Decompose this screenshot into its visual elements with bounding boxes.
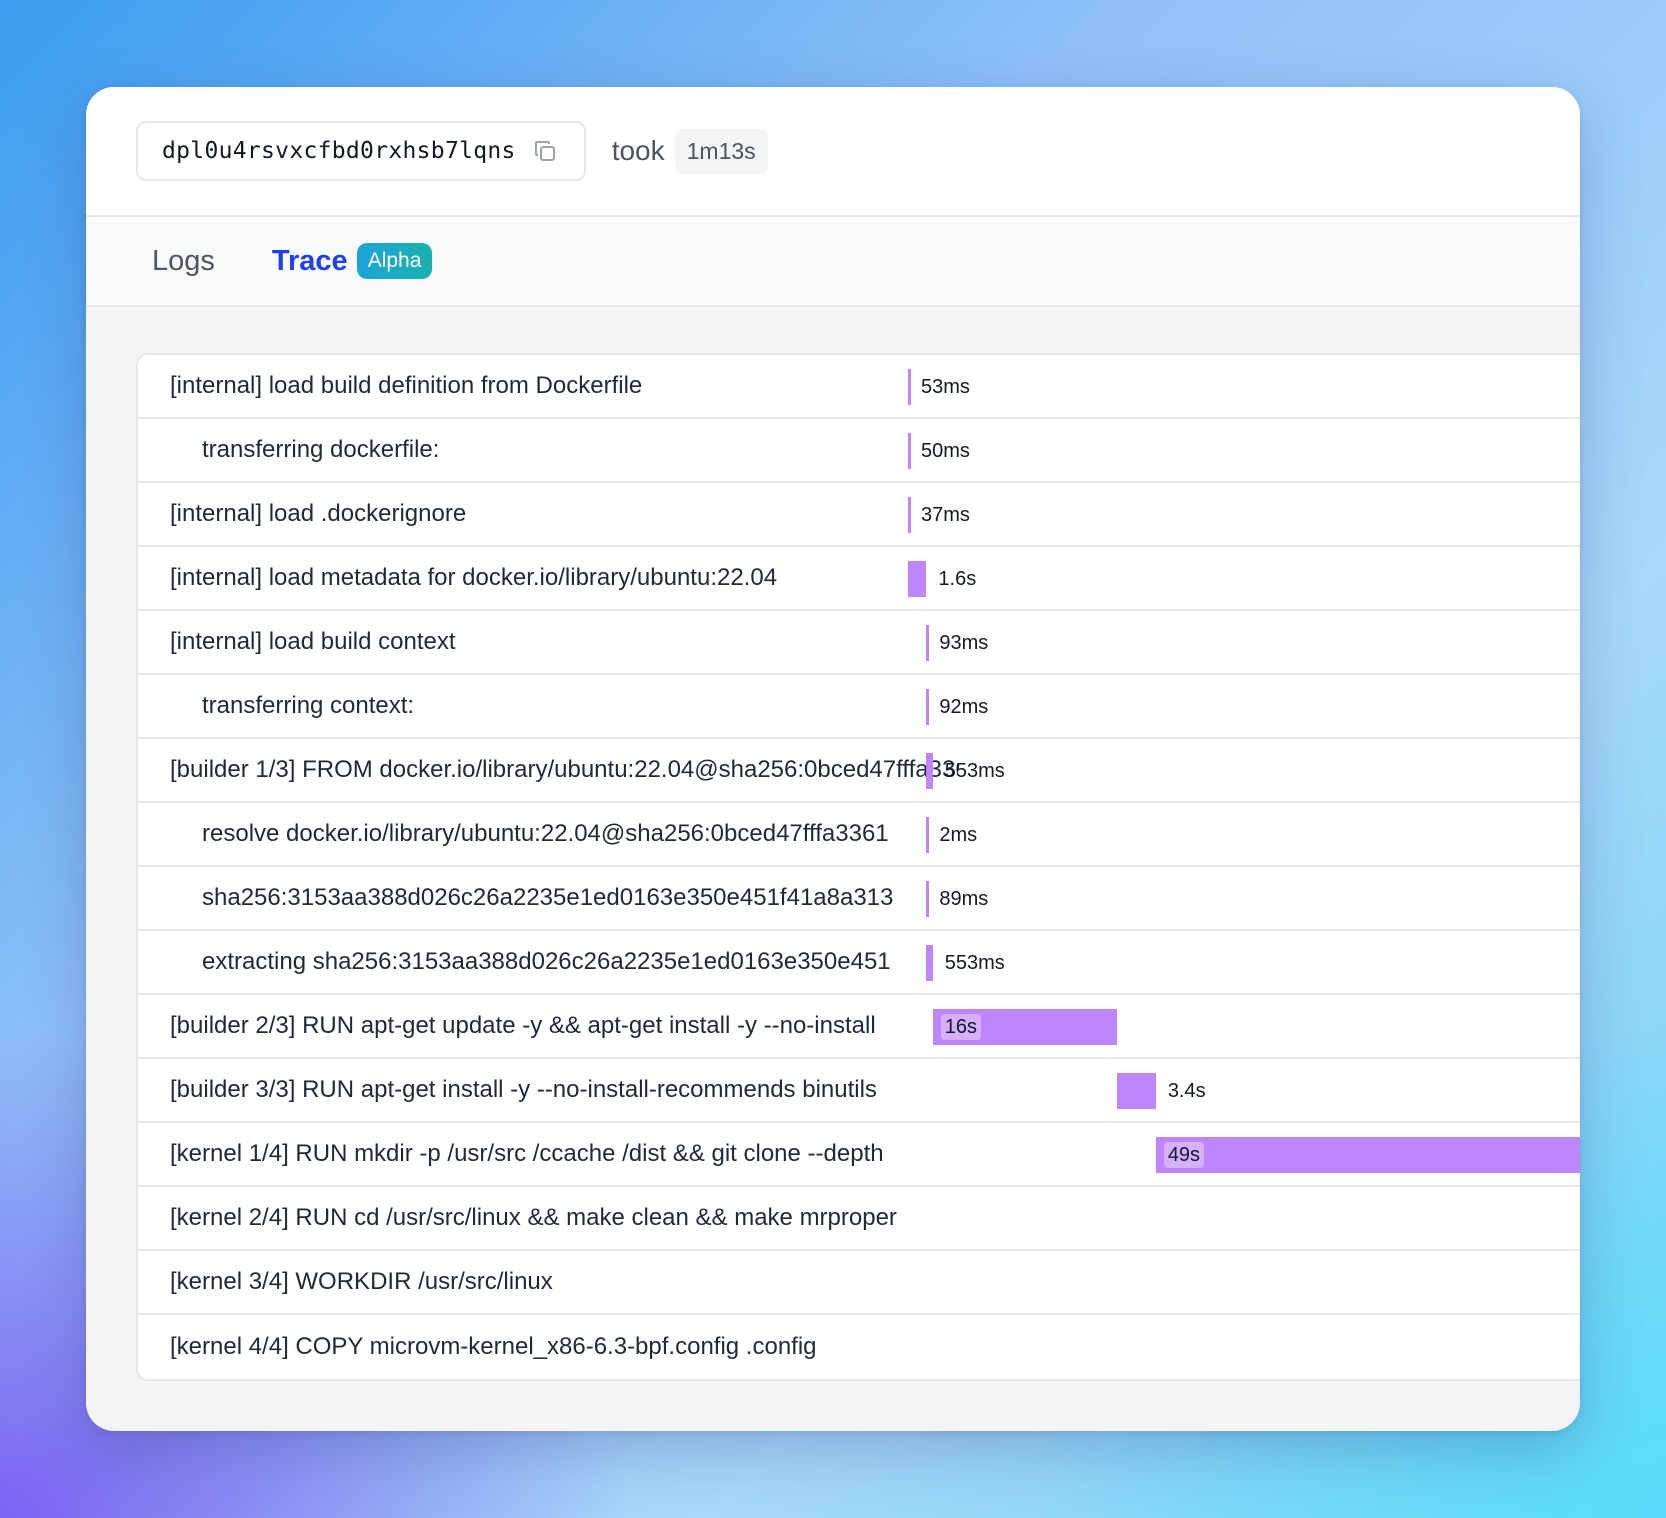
trace-row[interactable]: transferring dockerfile: 50ms <box>138 419 1580 483</box>
trace-duration-label: 3.4s <box>1167 1080 1206 1102</box>
trace-row-label: [internal] load build context <box>170 628 456 655</box>
trace-duration-bar[interactable] <box>926 689 930 725</box>
trace-duration-bar[interactable] <box>908 433 911 469</box>
trace-row-label: transferring dockerfile: <box>202 436 440 463</box>
trace-row[interactable]: [internal] load build definition from Do… <box>138 355 1580 419</box>
tab-trace-label: Trace <box>271 244 348 277</box>
trace-row-label: [kernel 4/4] COPY microvm-kernel_x86-6.3… <box>170 1333 817 1360</box>
trace-row-label: [internal] load build definition from Do… <box>170 372 643 399</box>
trace-row[interactable]: [internal] load build context 93ms <box>138 611 1580 675</box>
trace-row-label: [builder 3/3] RUN apt-get install -y --n… <box>170 1076 877 1103</box>
tab-bar: Logs Trace Alpha <box>86 217 1580 307</box>
trace-row[interactable]: [internal] load .dockerignore 37ms <box>138 483 1580 547</box>
tab-logs[interactable]: Logs <box>152 245 215 278</box>
alpha-badge: Alpha <box>356 243 433 279</box>
deployment-header: dpl0u4rsvxcfbd0rxhsb7lqns took 1m13s <box>86 87 1580 217</box>
trace-row-label: [kernel 2/4] RUN cd /usr/src/linux && ma… <box>170 1204 897 1231</box>
trace-row[interactable]: [kernel 2/4] RUN cd /usr/src/linux && ma… <box>138 1187 1580 1251</box>
trace-duration-bar[interactable] <box>1116 1073 1156 1109</box>
trace-row-label: [internal] load .dockerignore <box>170 500 467 527</box>
trace-duration-bar[interactable] <box>926 625 930 661</box>
tab-logs-label: Logs <box>152 244 215 277</box>
trace-row[interactable]: [kernel 4/4] COPY microvm-kernel_x86-6.3… <box>138 1315 1580 1379</box>
trace-row[interactable]: [internal] load metadata for docker.io/l… <box>138 547 1580 611</box>
trace-row-label: [kernel 3/4] WORKDIR /usr/src/linux <box>170 1268 553 1295</box>
trace-duration-bar[interactable] <box>926 945 933 981</box>
trace-duration-bar[interactable] <box>908 561 927 597</box>
trace-row[interactable]: [builder 1/3] FROM docker.io/library/ubu… <box>138 739 1580 803</box>
took-label: took <box>611 135 665 166</box>
trace-duration-bar[interactable] <box>932 1009 1117 1045</box>
trace-row-label: [builder 1/3] FROM docker.io/library/ubu… <box>170 756 958 783</box>
trace-row[interactable]: [builder 2/3] RUN apt-get update -y && a… <box>138 995 1580 1059</box>
trace-content: [internal] load build definition from Do… <box>86 307 1580 1381</box>
trace-row[interactable]: sha256:3153aa388d026c26a2235e1ed0163e350… <box>138 867 1580 931</box>
trace-row[interactable]: [builder 3/3] RUN apt-get install -y --n… <box>138 1059 1580 1123</box>
trace-row-label: [builder 2/3] RUN apt-get update -y && a… <box>170 1012 876 1039</box>
trace-row-label: [kernel 1/4] RUN mkdir -p /usr/src /ccac… <box>170 1140 884 1167</box>
trace-duration-bar[interactable] <box>1155 1137 1580 1173</box>
duration-badge: 1m13s <box>674 128 768 174</box>
trace-duration-bar[interactable] <box>926 753 933 789</box>
trace-row-label: resolve docker.io/library/ubuntu:22.04@s… <box>202 820 889 847</box>
trace-row-label: [internal] load metadata for docker.io/l… <box>170 564 778 591</box>
deployment-window: dpl0u4rsvxcfbd0rxhsb7lqns took 1m13s Log… <box>86 87 1580 1431</box>
deployment-id: dpl0u4rsvxcfbd0rxhsb7lqns <box>162 138 516 164</box>
tab-trace[interactable]: Trace Alpha <box>272 243 433 279</box>
trace-row[interactable]: extracting sha256:3153aa388d026c26a2235e… <box>138 931 1580 995</box>
trace-row-label: transferring context: <box>202 692 415 719</box>
trace-row-label: sha256:3153aa388d026c26a2235e1ed0163e350… <box>202 884 894 911</box>
trace-row[interactable]: [kernel 3/4] WORKDIR /usr/src/linux <box>138 1251 1580 1315</box>
trace-row[interactable]: transferring context: 92ms <box>138 675 1580 739</box>
trace-row[interactable]: [kernel 1/4] RUN mkdir -p /usr/src /ccac… <box>138 1123 1580 1187</box>
trace-duration-bar[interactable] <box>908 497 911 533</box>
trace-row[interactable]: resolve docker.io/library/ubuntu:22.04@s… <box>138 803 1580 867</box>
trace-duration-bar[interactable] <box>926 817 930 853</box>
deployment-id-field[interactable]: dpl0u4rsvxcfbd0rxhsb7lqns <box>136 121 586 181</box>
trace-duration-bar[interactable] <box>908 369 911 405</box>
copy-icon[interactable] <box>532 138 558 164</box>
trace-duration-bar[interactable] <box>926 881 930 917</box>
trace-row-label: extracting sha256:3153aa388d026c26a2235e… <box>202 948 891 975</box>
trace-table: [internal] load build definition from Do… <box>136 353 1580 1381</box>
